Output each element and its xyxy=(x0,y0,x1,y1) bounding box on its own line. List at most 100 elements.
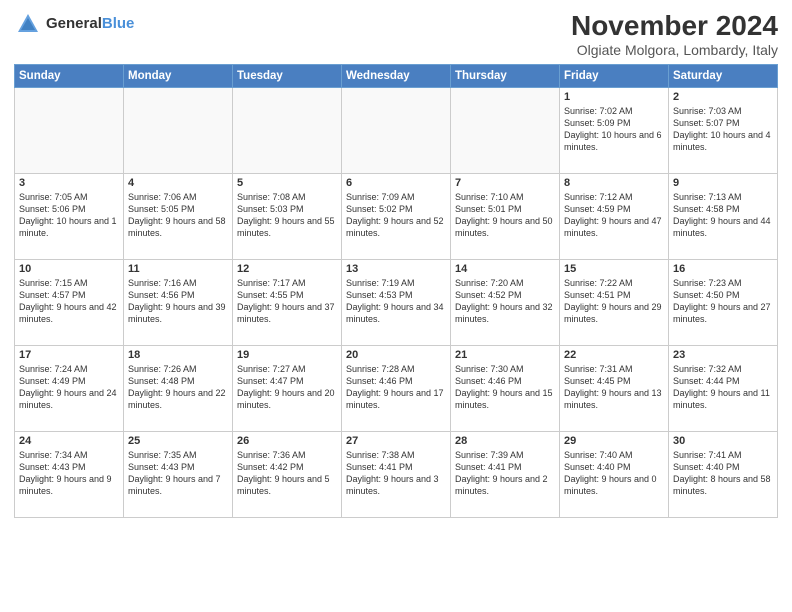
day-number: 7 xyxy=(455,177,555,189)
day-info: Sunrise: 7:03 AM Sunset: 5:07 PM Dayligh… xyxy=(673,105,773,154)
calendar-cell xyxy=(342,88,451,174)
calendar-week-2: 3Sunrise: 7:05 AM Sunset: 5:06 PM Daylig… xyxy=(15,174,778,260)
calendar-cell: 14 Sunrise: 7:20 AM Sunset: 4:52 PM Dayli… xyxy=(451,260,560,346)
day-number: 12 xyxy=(237,263,337,275)
col-header-saturday: Saturday xyxy=(669,65,778,88)
calendar-cell: 13 Sunrise: 7:19 AM Sunset: 4:53 PM Dayli… xyxy=(342,260,451,346)
day-number: 27 xyxy=(346,435,446,447)
logo: GeneralBlue xyxy=(14,10,134,38)
calendar-week-3: 10 Sunrise: 7:15 AM Sunset: 4:57 PM Dayli… xyxy=(15,260,778,346)
day-info: Sunrise: 7:27 AM Sunset: 4:47 PM Dayligh… xyxy=(237,363,337,412)
day-info: Sunrise: 7:26 AM Sunset: 4:48 PM Dayligh… xyxy=(128,363,228,412)
logo-general: GeneralBlue xyxy=(46,15,134,33)
day-info: Sunrise: 7:23 AM Sunset: 4:50 PM Dayligh… xyxy=(673,277,773,326)
day-info: Sunrise: 7:30 AM Sunset: 4:46 PM Dayligh… xyxy=(455,363,555,412)
day-number: 6 xyxy=(346,177,446,189)
calendar-cell: 4Sunrise: 7:06 AM Sunset: 5:05 PM Daylig… xyxy=(124,174,233,260)
calendar-cell: 29 Sunrise: 7:40 AM Sunset: 4:40 PM Dayli… xyxy=(560,432,669,518)
header: GeneralBlue November 2024 Olgiate Molgor… xyxy=(14,10,778,58)
day-number: 15 xyxy=(564,263,664,275)
calendar-cell: 18 Sunrise: 7:26 AM Sunset: 4:48 PM Dayli… xyxy=(124,346,233,432)
day-info: Sunrise: 7:40 AM Sunset: 4:40 PM Dayligh… xyxy=(564,449,664,498)
calendar-cell: 12 Sunrise: 7:17 AM Sunset: 4:55 PM Dayli… xyxy=(233,260,342,346)
calendar-cell: 2 Sunrise: 7:03 AM Sunset: 5:07 PM Daylig… xyxy=(669,88,778,174)
col-header-sunday: Sunday xyxy=(15,65,124,88)
title-location: Olgiate Molgora, Lombardy, Italy xyxy=(571,42,778,58)
calendar-cell: 23 Sunrise: 7:32 AM Sunset: 4:44 PM Dayli… xyxy=(669,346,778,432)
day-info: Sunrise: 7:34 AM Sunset: 4:43 PM Dayligh… xyxy=(19,449,119,498)
day-info: Sunrise: 7:38 AM Sunset: 4:41 PM Dayligh… xyxy=(346,449,446,498)
day-info: Sunrise: 7:35 AM Sunset: 4:43 PM Dayligh… xyxy=(128,449,228,498)
calendar-cell: 1Sunrise: 7:02 AM Sunset: 5:09 PM Daylig… xyxy=(560,88,669,174)
day-info: Sunrise: 7:36 AM Sunset: 4:42 PM Dayligh… xyxy=(237,449,337,498)
calendar-cell: 28Sunrise: 7:39 AM Sunset: 4:41 PM Dayli… xyxy=(451,432,560,518)
day-number: 9 xyxy=(673,177,773,189)
calendar-cell: 11 Sunrise: 7:16 AM Sunset: 4:56 PM Dayli… xyxy=(124,260,233,346)
day-number: 11 xyxy=(128,263,228,275)
day-info: Sunrise: 7:15 AM Sunset: 4:57 PM Dayligh… xyxy=(19,277,119,326)
calendar-week-4: 17 Sunrise: 7:24 AM Sunset: 4:49 PM Dayli… xyxy=(15,346,778,432)
day-info: Sunrise: 7:41 AM Sunset: 4:40 PM Dayligh… xyxy=(673,449,773,498)
day-info: Sunrise: 7:31 AM Sunset: 4:45 PM Dayligh… xyxy=(564,363,664,412)
day-number: 13 xyxy=(346,263,446,275)
day-number: 24 xyxy=(19,435,119,447)
day-number: 25 xyxy=(128,435,228,447)
day-number: 14 xyxy=(455,263,555,275)
day-number: 19 xyxy=(237,349,337,361)
calendar-cell: 8 Sunrise: 7:12 AM Sunset: 4:59 PM Daylig… xyxy=(560,174,669,260)
day-info: Sunrise: 7:16 AM Sunset: 4:56 PM Dayligh… xyxy=(128,277,228,326)
calendar-cell: 3Sunrise: 7:05 AM Sunset: 5:06 PM Daylig… xyxy=(15,174,124,260)
day-number: 21 xyxy=(455,349,555,361)
calendar-cell: 24 Sunrise: 7:34 AM Sunset: 4:43 PM Dayli… xyxy=(15,432,124,518)
calendar-cell xyxy=(124,88,233,174)
day-info: Sunrise: 7:24 AM Sunset: 4:49 PM Dayligh… xyxy=(19,363,119,412)
day-info: Sunrise: 7:09 AM Sunset: 5:02 PM Dayligh… xyxy=(346,191,446,240)
day-number: 28 xyxy=(455,435,555,447)
calendar-cell: 7 Sunrise: 7:10 AM Sunset: 5:01 PM Daylig… xyxy=(451,174,560,260)
calendar-cell: 16 Sunrise: 7:23 AM Sunset: 4:50 PM Dayli… xyxy=(669,260,778,346)
calendar-cell xyxy=(15,88,124,174)
page: GeneralBlue November 2024 Olgiate Molgor… xyxy=(0,0,792,612)
day-number: 17 xyxy=(19,349,119,361)
day-number: 8 xyxy=(564,177,664,189)
calendar-cell: 30 Sunrise: 7:41 AM Sunset: 4:40 PM Dayli… xyxy=(669,432,778,518)
day-number: 20 xyxy=(346,349,446,361)
calendar-cell: 25 Sunrise: 7:35 AM Sunset: 4:43 PM Dayli… xyxy=(124,432,233,518)
logo-icon xyxy=(14,10,42,38)
col-header-monday: Monday xyxy=(124,65,233,88)
calendar-cell: 10 Sunrise: 7:15 AM Sunset: 4:57 PM Dayli… xyxy=(15,260,124,346)
day-info: Sunrise: 7:10 AM Sunset: 5:01 PM Dayligh… xyxy=(455,191,555,240)
day-number: 22 xyxy=(564,349,664,361)
day-info: Sunrise: 7:17 AM Sunset: 4:55 PM Dayligh… xyxy=(237,277,337,326)
calendar-week-5: 24 Sunrise: 7:34 AM Sunset: 4:43 PM Dayli… xyxy=(15,432,778,518)
calendar-header-row: SundayMondayTuesdayWednesdayThursdayFrid… xyxy=(15,65,778,88)
calendar: SundayMondayTuesdayWednesdayThursdayFrid… xyxy=(14,64,778,518)
day-info: Sunrise: 7:12 AM Sunset: 4:59 PM Dayligh… xyxy=(564,191,664,240)
calendar-cell: 5Sunrise: 7:08 AM Sunset: 5:03 PM Daylig… xyxy=(233,174,342,260)
day-info: Sunrise: 7:32 AM Sunset: 4:44 PM Dayligh… xyxy=(673,363,773,412)
calendar-cell: 27 Sunrise: 7:38 AM Sunset: 4:41 PM Dayli… xyxy=(342,432,451,518)
day-info: Sunrise: 7:20 AM Sunset: 4:52 PM Dayligh… xyxy=(455,277,555,326)
day-number: 29 xyxy=(564,435,664,447)
calendar-cell: 19 Sunrise: 7:27 AM Sunset: 4:47 PM Dayli… xyxy=(233,346,342,432)
day-number: 2 xyxy=(673,91,773,103)
title-area: November 2024 Olgiate Molgora, Lombardy,… xyxy=(571,10,778,58)
day-number: 5 xyxy=(237,177,337,189)
col-header-tuesday: Tuesday xyxy=(233,65,342,88)
day-number: 18 xyxy=(128,349,228,361)
day-number: 3 xyxy=(19,177,119,189)
day-number: 16 xyxy=(673,263,773,275)
day-number: 10 xyxy=(19,263,119,275)
day-info: Sunrise: 7:13 AM Sunset: 4:58 PM Dayligh… xyxy=(673,191,773,240)
day-info: Sunrise: 7:19 AM Sunset: 4:53 PM Dayligh… xyxy=(346,277,446,326)
day-number: 23 xyxy=(673,349,773,361)
calendar-week-1: 1Sunrise: 7:02 AM Sunset: 5:09 PM Daylig… xyxy=(15,88,778,174)
calendar-cell: 20Sunrise: 7:28 AM Sunset: 4:46 PM Dayli… xyxy=(342,346,451,432)
col-header-wednesday: Wednesday xyxy=(342,65,451,88)
calendar-cell: 17 Sunrise: 7:24 AM Sunset: 4:49 PM Dayli… xyxy=(15,346,124,432)
calendar-cell xyxy=(451,88,560,174)
calendar-cell xyxy=(233,88,342,174)
col-header-friday: Friday xyxy=(560,65,669,88)
day-number: 26 xyxy=(237,435,337,447)
day-number: 30 xyxy=(673,435,773,447)
